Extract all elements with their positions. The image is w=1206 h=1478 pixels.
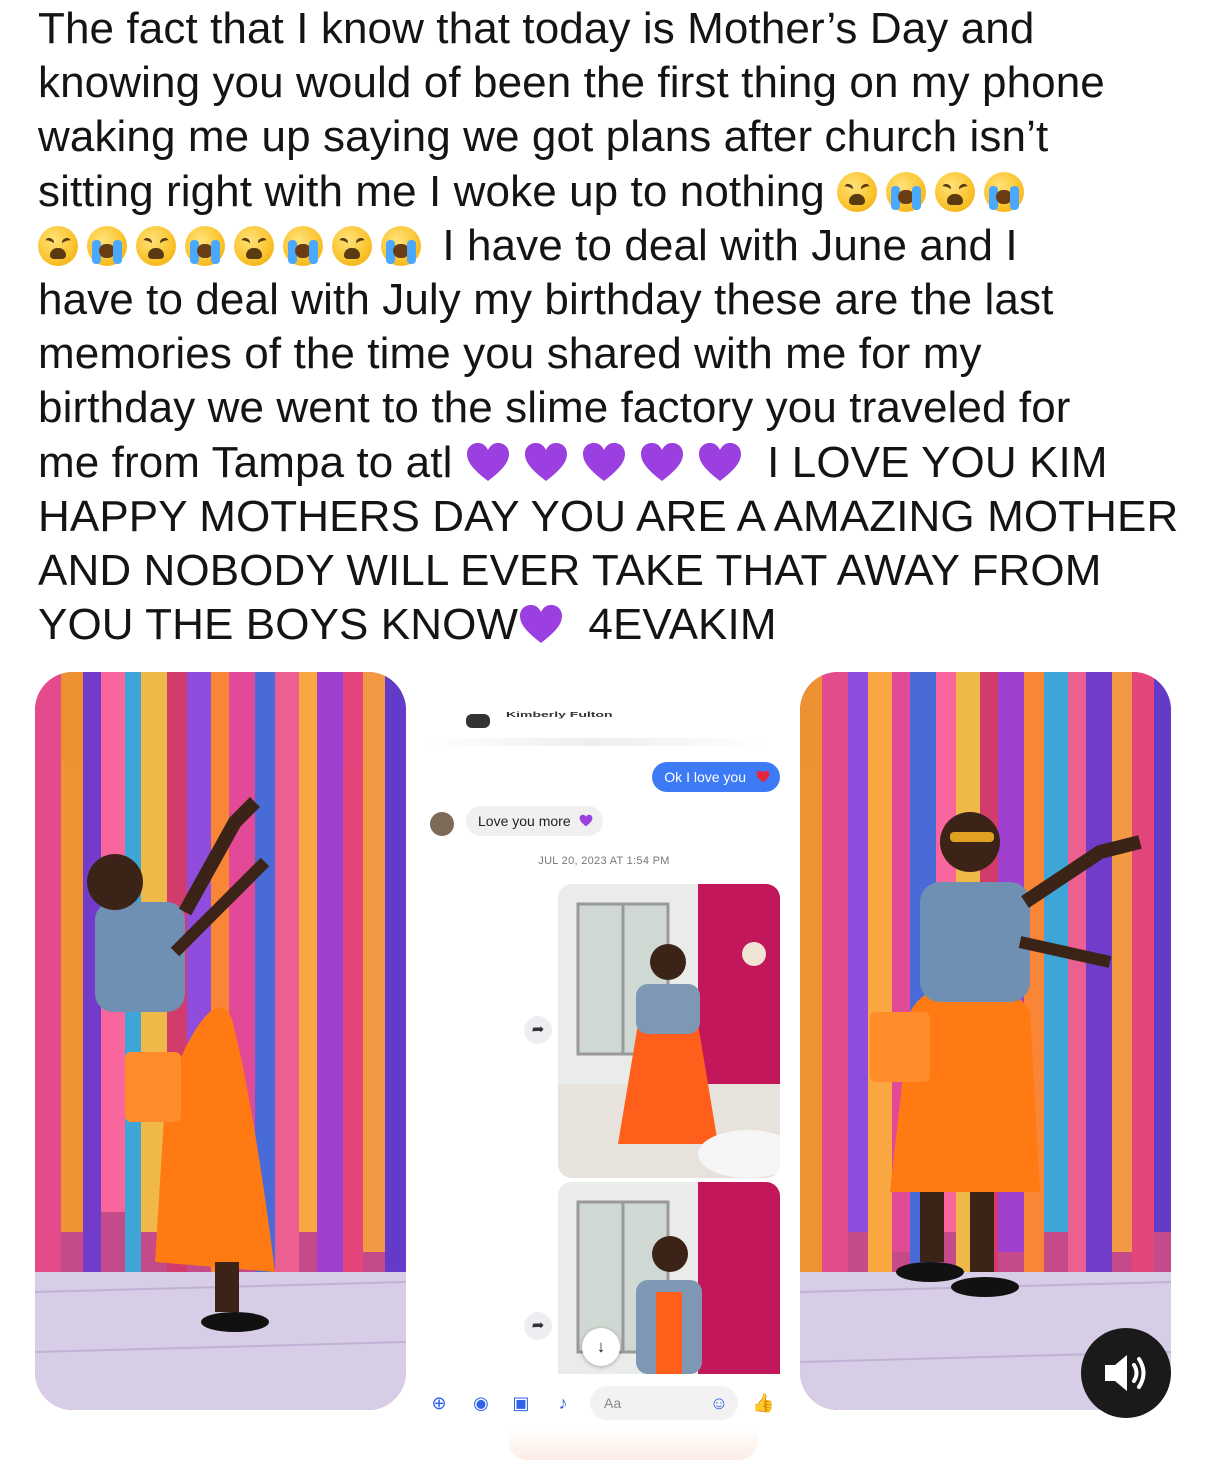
crying-face-icon bbox=[283, 225, 323, 266]
incoming-message-text: Love you more bbox=[478, 813, 571, 829]
weary-face-icon bbox=[38, 225, 78, 266]
speaker-icon bbox=[1105, 1355, 1146, 1391]
caption-text: me from Tampa to atl bbox=[38, 437, 453, 487]
photo-slime-wall-left[interactable] bbox=[35, 672, 406, 1410]
crying-face-icon bbox=[984, 171, 1025, 212]
avatar bbox=[430, 812, 454, 836]
purple-heart-icon bbox=[639, 441, 685, 483]
purple-heart-icon bbox=[697, 441, 743, 483]
microphone-icon[interactable]: ♪ bbox=[552, 1392, 574, 1414]
weary-face-icon bbox=[837, 171, 878, 212]
crying-face-icon bbox=[381, 225, 421, 266]
forward-icon[interactable]: ➦ bbox=[524, 1016, 552, 1044]
post-caption: The fact that I know that today is Mothe… bbox=[38, 2, 1179, 652]
caption-line: HAPPY MOTHERS DAY YOU ARE A AMAZING MOTH… bbox=[38, 491, 1179, 541]
outgoing-message-text: Ok I love you bbox=[664, 769, 746, 785]
caption-line: sitting right with me I woke up to nothi… bbox=[38, 165, 1173, 219]
caption-line: I have to deal with June and I bbox=[38, 219, 1173, 273]
plus-icon[interactable]: ⊕ bbox=[428, 1392, 450, 1414]
emoji-icon[interactable]: ☺ bbox=[708, 1392, 730, 1414]
camera-icon[interactable]: ◉ bbox=[470, 1392, 492, 1414]
contact-avatar bbox=[466, 714, 490, 728]
caption-text: YOU THE BOYS KNOW bbox=[38, 600, 519, 650]
message-timestamp: JUL 20, 2023 AT 1:54 PM bbox=[538, 855, 670, 867]
incoming-message: Love you more bbox=[466, 806, 603, 836]
crying-face-icon bbox=[886, 171, 927, 212]
photo-slime-wall-right[interactable] bbox=[800, 672, 1171, 1410]
caption-line: AND NOBODY WILL EVER TAKE THAT AWAY FROM bbox=[38, 546, 1102, 596]
caption-line: have to deal with July my birthday these… bbox=[38, 275, 1054, 325]
thumbs-up-icon[interactable]: 👍 bbox=[752, 1392, 774, 1414]
purple-heart-icon bbox=[518, 603, 564, 645]
scroll-down-icon[interactable]: ↓ bbox=[582, 1328, 620, 1366]
caption-line: memories of the time you shared with me … bbox=[38, 329, 982, 379]
message-composer: ⊕ ◉ ▣ ♪ Aa ☺ 👍 bbox=[418, 1376, 790, 1436]
purple-heart-icon bbox=[523, 441, 569, 483]
crying-face-icon bbox=[87, 225, 127, 266]
purple-heart-icon bbox=[579, 814, 593, 827]
caption-text: sitting right with me I woke up to nothi… bbox=[38, 166, 825, 216]
caption-line: knowing you would of been the first thin… bbox=[38, 58, 1105, 108]
purple-heart-icon bbox=[465, 441, 511, 483]
weary-face-icon bbox=[935, 171, 976, 212]
weary-face-icon bbox=[234, 225, 274, 266]
caption-text: 4EVAKIM bbox=[588, 600, 777, 650]
caption-line: me from Tampa to atl I LOVE YOU KIM bbox=[38, 436, 1173, 490]
gallery-icon[interactable]: ▣ bbox=[510, 1392, 532, 1414]
contact-name: Kimberly Fulton bbox=[506, 710, 613, 719]
weary-face-icon bbox=[136, 225, 176, 266]
caption-line: The fact that I know that today is Mothe… bbox=[38, 4, 1035, 53]
sound-button[interactable] bbox=[1081, 1328, 1171, 1418]
purple-heart-icon bbox=[581, 441, 627, 483]
header-divider bbox=[424, 738, 764, 746]
caption-text: I LOVE YOU KIM bbox=[767, 437, 1108, 487]
caption-text: I have to deal with June and I bbox=[442, 220, 1018, 270]
decorative-fade bbox=[508, 1430, 758, 1460]
crying-face-icon bbox=[185, 225, 225, 266]
forward-icon[interactable]: ➦ bbox=[524, 1312, 552, 1340]
caption-line: waking me up saying we got plans after c… bbox=[38, 112, 1049, 162]
weary-face-icon bbox=[332, 225, 372, 266]
messenger-screenshot[interactable]: Kimberly Fulton Ok I love you Love you m… bbox=[418, 700, 790, 1460]
caption-line: YOU THE BOYS KNOW 4EVAKIM bbox=[38, 598, 1173, 652]
image-message[interactable] bbox=[558, 884, 780, 1178]
outgoing-message: Ok I love you bbox=[652, 762, 780, 792]
caption-line: birthday we went to the slime factory yo… bbox=[38, 383, 1071, 433]
red-heart-icon bbox=[756, 770, 770, 783]
